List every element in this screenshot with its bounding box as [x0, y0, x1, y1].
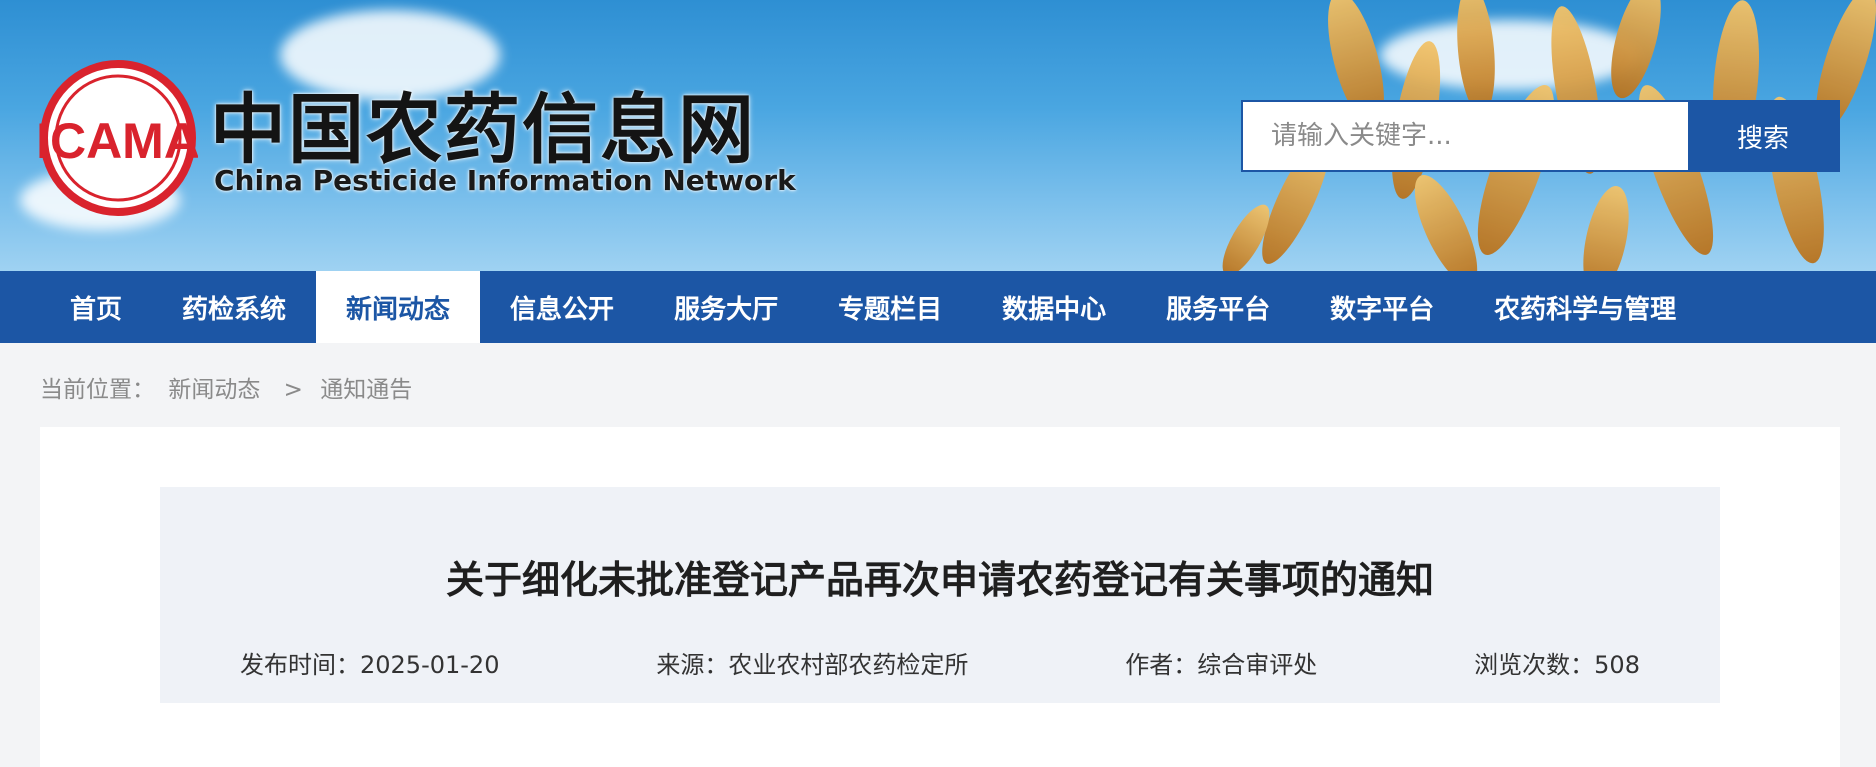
article-header: 关于细化未批准登记产品再次申请农药登记有关事项的通知 发布时间：2025-01-… [160, 487, 1720, 703]
nav-item-service-platform[interactable]: 服务平台 [1136, 271, 1300, 343]
site-title-en: China Pesticide Information Network [214, 164, 796, 197]
breadcrumb-link-news[interactable]: 新闻动态 [168, 377, 260, 403]
article-meta: 发布时间：2025-01-20 来源：农业农村部农药检定所 作者：综合审评处 浏… [160, 645, 1720, 680]
breadcrumb-link-notices[interactable]: 通知通告 [320, 377, 412, 403]
nav-item-news[interactable]: 新闻动态 [316, 271, 481, 343]
search-box: 搜索 [1241, 100, 1840, 172]
breadcrumb-prefix: 当前位置： [40, 377, 155, 403]
site-header: ICAMA 中国农药信息网 China Pesticide Informatio… [0, 0, 1876, 271]
logo-text: ICAMA [38, 113, 198, 169]
main-nav: 首页 药检系统 新闻动态 信息公开 服务大厅 专题栏目 数据中心 服务平台 数字… [0, 271, 1876, 343]
nav-item-service-hall[interactable]: 服务大厅 [644, 271, 808, 343]
article-source: 来源：农业农村部农药检定所 [656, 651, 969, 679]
nav-item-home[interactable]: 首页 [40, 271, 152, 343]
nav-item-data-center[interactable]: 数据中心 [972, 271, 1136, 343]
nav-item-pesticide-science[interactable]: 农药科学与管理 [1464, 271, 1706, 343]
search-input[interactable] [1243, 102, 1688, 170]
article-author: 作者：综合审评处 [1125, 651, 1318, 679]
nav-item-digital-platform[interactable]: 数字平台 [1300, 271, 1464, 343]
nav-item-inspection-system[interactable]: 药检系统 [152, 271, 316, 343]
search-button[interactable]: 搜索 [1688, 102, 1838, 170]
site-title-cn: 中国农药信息网 [210, 85, 756, 174]
nav-item-disclosure[interactable]: 信息公开 [480, 271, 644, 343]
icama-logo-icon: ICAMA [38, 60, 198, 216]
nav-item-topics[interactable]: 专题栏目 [808, 271, 972, 343]
breadcrumb: 当前位置： 新闻动态 > 通知通告 [40, 370, 418, 404]
breadcrumb-separator: > [283, 377, 303, 403]
content-panel: 关于细化未批准登记产品再次申请农药登记有关事项的通知 发布时间：2025-01-… [40, 427, 1840, 767]
article-title: 关于细化未批准登记产品再次申请农药登记有关事项的通知 [445, 558, 1434, 602]
view-count: 浏览次数：508 [1474, 651, 1640, 679]
publish-time: 发布时间：2025-01-20 [240, 651, 500, 679]
